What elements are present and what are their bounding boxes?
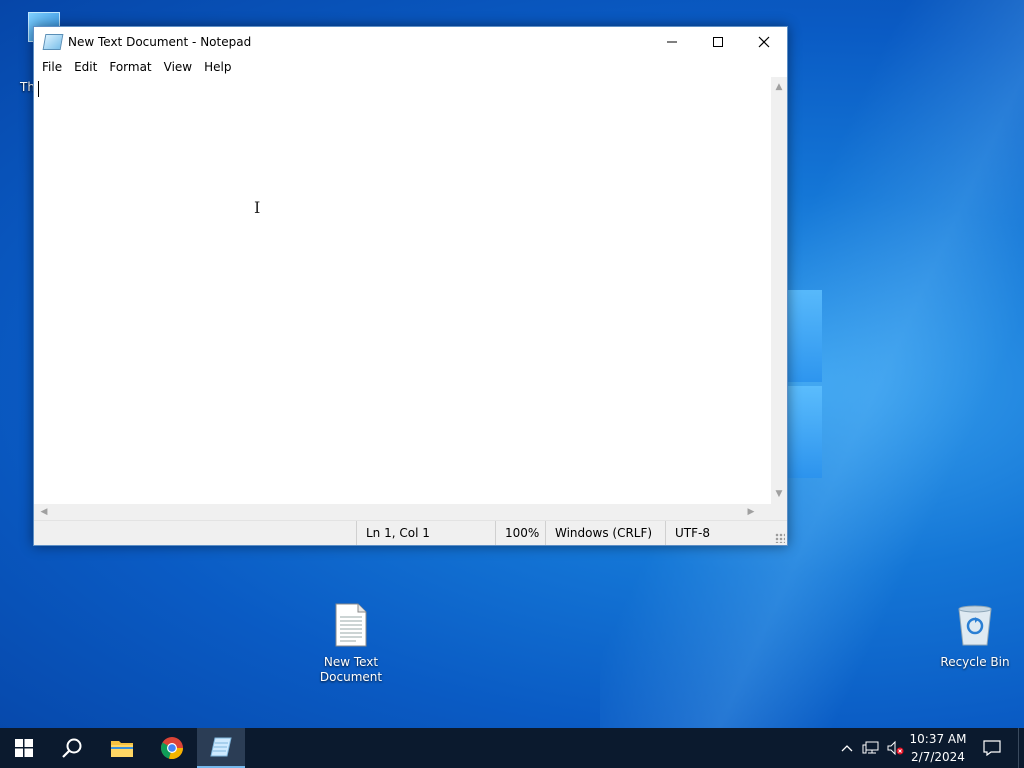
desktop-icon-new-text-document[interactable]: New Text Document	[311, 603, 391, 685]
menu-file[interactable]: File	[36, 60, 68, 74]
close-button[interactable]	[741, 27, 787, 57]
status-bar: Ln 1, Col 1 100% Windows (CRLF) UTF-8	[34, 520, 787, 545]
start-button[interactable]	[0, 728, 48, 768]
desktop-icon-label: Recycle Bin	[940, 655, 1010, 669]
window-title: New Text Document - Notepad	[68, 35, 252, 49]
horizontal-scrollbar[interactable]: ◀ ▶	[34, 504, 771, 520]
wallpaper-logo-pane-bottom	[786, 386, 822, 478]
wallpaper-logo-pane-top	[786, 290, 822, 382]
text-caret	[38, 81, 39, 97]
maximize-button[interactable]	[695, 27, 741, 57]
chevron-up-icon	[841, 745, 853, 752]
taskbar-notepad[interactable]	[197, 728, 245, 768]
clock-date: 2/7/2024	[911, 750, 965, 764]
notepad-window[interactable]: New Text Document - Notepad File Edit Fo…	[33, 26, 788, 546]
menu-format[interactable]: Format	[103, 60, 157, 74]
resize-grip-icon[interactable]	[775, 533, 785, 543]
taskbar-chrome[interactable]	[148, 728, 196, 768]
desktop-icon-label-line2: Document	[319, 670, 383, 684]
chrome-icon	[161, 737, 184, 760]
scroll-up-arrow-icon[interactable]: ▲	[771, 79, 787, 95]
text-editor[interactable]	[34, 77, 771, 504]
scrollbar-corner	[771, 504, 787, 520]
action-center-button[interactable]	[978, 728, 1006, 768]
scroll-left-arrow-icon[interactable]: ◀	[36, 504, 52, 520]
search-button[interactable]	[48, 728, 96, 768]
taskbar: 10:37 AM 2/7/2024	[0, 728, 1024, 768]
ibeam-cursor-icon: I	[254, 198, 261, 217]
menu-view[interactable]: View	[158, 60, 198, 74]
clock[interactable]: 10:37 AM 2/7/2024	[902, 730, 974, 766]
network-icon	[862, 741, 879, 754]
scroll-down-arrow-icon[interactable]: ▼	[771, 486, 787, 502]
tray-show-hidden-icons[interactable]	[838, 728, 856, 768]
notepad-taskbar-icon	[210, 737, 232, 757]
clock-time: 10:37 AM	[909, 732, 967, 746]
status-position: Ln 1, Col 1	[356, 521, 486, 545]
menu-edit[interactable]: Edit	[68, 60, 103, 74]
status-line-ending: Windows (CRLF)	[545, 521, 655, 545]
notepad-icon	[42, 34, 64, 50]
text-file-icon	[311, 603, 391, 651]
taskbar-file-explorer[interactable]	[98, 728, 146, 768]
menu-bar: File Edit Format View Help	[34, 57, 787, 77]
show-desktop-button[interactable]	[1018, 728, 1024, 768]
close-icon	[758, 36, 770, 48]
tray-network[interactable]	[860, 728, 882, 768]
recycle-bin-icon	[935, 603, 1015, 651]
desktop-icon-label-line1: New Text	[323, 655, 379, 669]
menu-help[interactable]: Help	[198, 60, 237, 74]
status-zoom: 100%	[495, 521, 545, 545]
maximize-icon	[713, 37, 723, 47]
window-controls	[649, 27, 787, 57]
vertical-scrollbar[interactable]: ▲ ▼	[771, 77, 787, 504]
scroll-right-arrow-icon[interactable]: ▶	[743, 504, 759, 520]
minimize-icon	[667, 41, 677, 43]
desktop-icon-recycle-bin[interactable]: Recycle Bin	[935, 603, 1015, 670]
notification-icon	[983, 740, 1001, 756]
search-icon	[62, 738, 82, 758]
folder-icon	[111, 741, 133, 757]
status-encoding: UTF-8	[665, 521, 765, 545]
windows-logo-icon	[15, 739, 33, 757]
minimize-button[interactable]	[649, 27, 695, 57]
title-bar[interactable]: New Text Document - Notepad	[34, 27, 787, 57]
